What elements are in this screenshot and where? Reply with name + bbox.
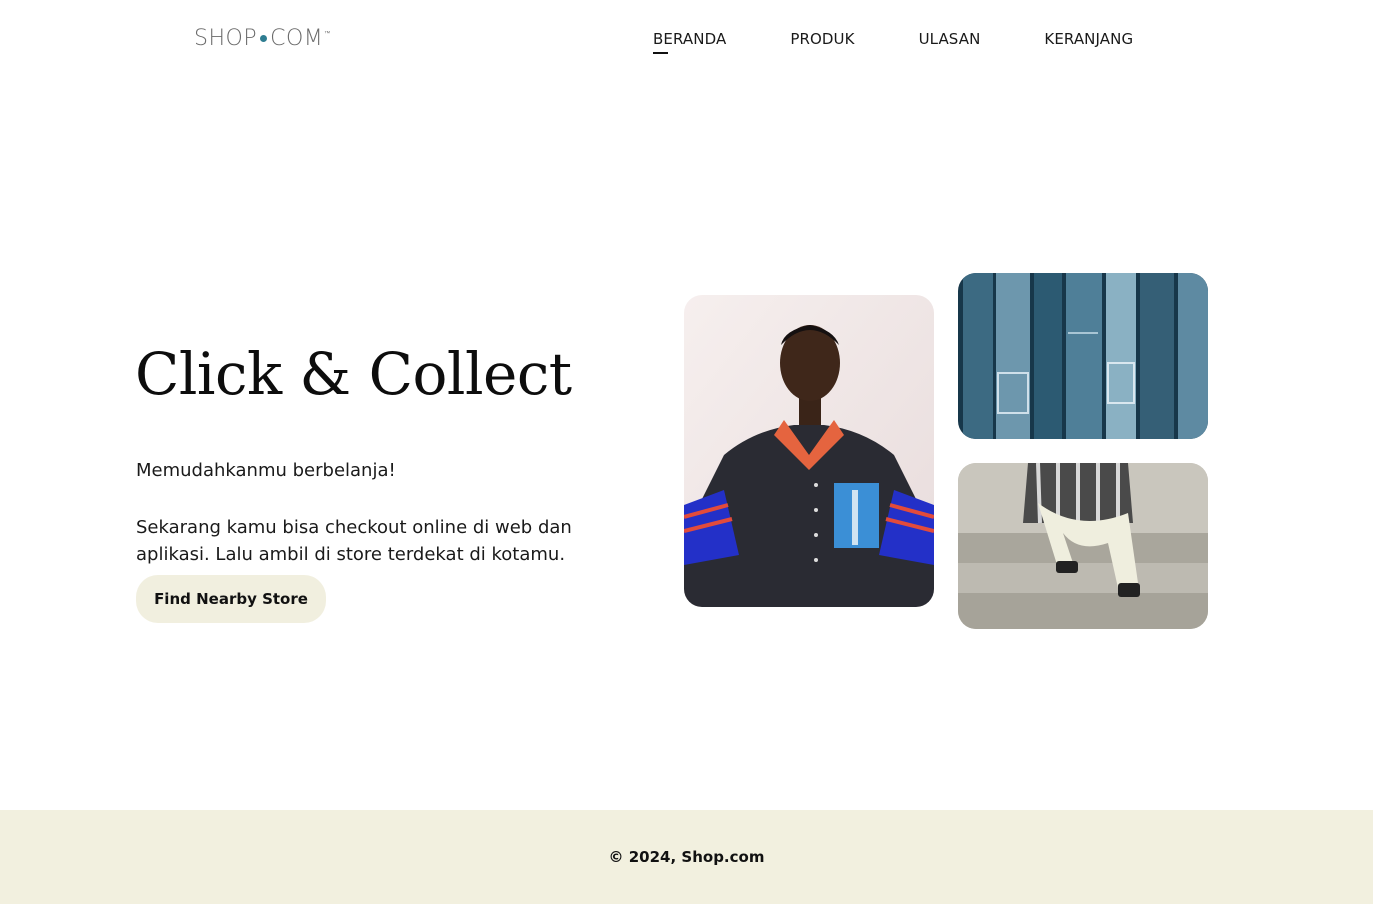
jeans-photo	[958, 273, 1208, 439]
find-nearby-store-button[interactable]: Find Nearby Store	[136, 575, 326, 623]
logo-dot	[260, 35, 268, 42]
nav-item-ulasan[interactable]: ULASAN	[919, 30, 981, 48]
copyright-text: © 2024, Shop.com	[608, 848, 765, 866]
nav-item-keranjang[interactable]: KERANJANG	[1044, 30, 1133, 48]
hero-subtitle: Memudahkanmu berbelanja!	[136, 460, 396, 481]
stairs-photo	[958, 463, 1208, 629]
main-nav: BERANDA PRODUK ULASAN KERANJANG	[653, 30, 1133, 54]
logo[interactable]: SHOP COM ™	[194, 26, 331, 51]
logo-text-right: COM	[270, 26, 324, 51]
hero-title: Click & Collect	[135, 340, 572, 408]
hero-description: Sekarang kamu bisa checkout online di we…	[136, 517, 572, 565]
footer: © 2024, Shop.com	[0, 810, 1373, 904]
model-photo	[684, 295, 934, 607]
nav-item-beranda[interactable]: BERANDA	[653, 30, 726, 54]
logo-trademark: ™	[324, 30, 331, 37]
logo-text-left: SHOP	[194, 26, 258, 51]
nav-item-produk[interactable]: PRODUK	[790, 30, 854, 48]
